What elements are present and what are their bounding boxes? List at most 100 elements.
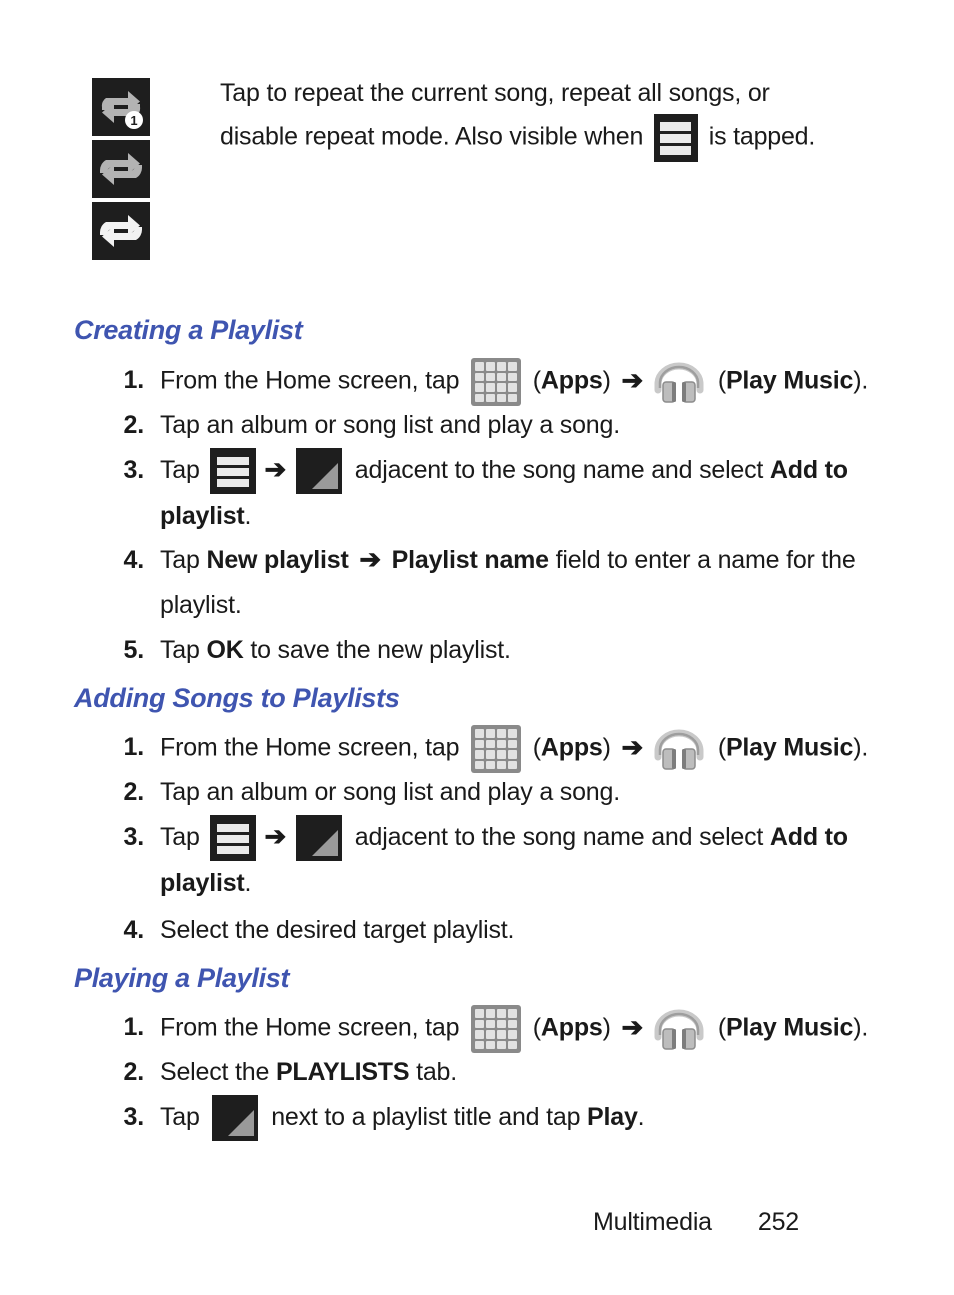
step-item: 3. Tap ➔ adjacent to the song name and s… [108, 448, 898, 539]
step-item: 2. Select the PLAYLISTS tab. [108, 1050, 898, 1095]
step-text-fragment: Tap [160, 636, 207, 664]
step-number: 1. [123, 1013, 145, 1041]
step-item: 5. Tap OK to save the new playlist. [108, 628, 898, 673]
step-text: From the Home screen, tap (Apps) ➔ (Play… [160, 725, 898, 773]
step-item: 2. Tap an album or song list and play a … [108, 403, 898, 448]
right-arrow-icon: ➔ [264, 454, 287, 485]
play-music-label: Play Music [725, 366, 854, 395]
step-text-fragment: . [637, 1103, 645, 1131]
step-number: 1. [123, 366, 145, 394]
step-text-fragment: Tap [160, 546, 207, 574]
step-item: 1. From the Home screen, tap (Apps) ➔ (P… [108, 725, 898, 773]
step-text-fragment: ). [853, 366, 869, 395]
footer-chapter: Multimedia [593, 1208, 712, 1236]
step-number: 2. [123, 411, 145, 439]
repeat-note-line-1: Tap to repeat the current song, repeat a… [220, 79, 770, 107]
step-text-fragment: ( [526, 1013, 541, 1042]
step-text-fragment: adjacent to the song name and select [348, 456, 770, 484]
step-text: From the Home screen, tap (Apps) ➔ (Play… [160, 358, 898, 406]
step-text-fragment: ) [602, 1013, 618, 1042]
step-text: Tap an album or song list and play a son… [160, 411, 620, 439]
repeat-note-line-2: disable repeat mode. Also visible when i… [220, 114, 892, 162]
corner-triangle-icon [296, 815, 343, 862]
document-page: 1 Tap to repeat the current song, repeat… [0, 0, 954, 1295]
step-item: 1. From the Home screen, tap (Apps) ➔ (P… [108, 1005, 898, 1053]
step-number: 3. [123, 1103, 145, 1131]
apps-label: Apps [540, 1013, 603, 1042]
step-item: 4. Select the desired target playlist. [108, 908, 898, 953]
step-text-fragment: Select the [160, 1058, 276, 1086]
step-text: Tap next to a playlist title and tap Pla… [160, 1095, 898, 1142]
apps-grid-icon [471, 358, 522, 406]
repeat-one-icon: 1 [92, 78, 150, 136]
menu-icon [653, 114, 698, 162]
right-arrow-icon: ➔ [621, 365, 644, 395]
new-playlist-label: New playlist [206, 546, 349, 574]
step-text: From the Home screen, tap (Apps) ➔ (Play… [160, 1005, 898, 1053]
step-text-fragment: ( [711, 733, 726, 762]
step-text: Tap New playlist ➔ Playlist name field t… [160, 538, 898, 628]
ok-label: OK [206, 636, 244, 664]
step-item: 1. From the Home screen, tap (Apps) ➔ (P… [108, 358, 898, 406]
repeat-note-line-2b: is tapped. [708, 122, 816, 151]
step-number: 3. [123, 823, 145, 851]
svg-text:1: 1 [130, 113, 137, 128]
step-text: Tap an album or song list and play a son… [160, 778, 620, 806]
heading-adding-songs-to-playlists: Adding Songs to Playlists [74, 683, 400, 713]
heading-playing-a-playlist: Playing a Playlist [74, 963, 290, 993]
step-text-fragment [349, 546, 356, 574]
step-number: 1. [123, 733, 145, 761]
corner-triangle-icon [212, 1095, 259, 1142]
menu-icon [210, 815, 257, 862]
step-text: Tap ➔ adjacent to the song name and sele… [160, 448, 898, 539]
step-text-fragment: Tap [160, 456, 207, 484]
step-item: 2. Tap an album or song list and play a … [108, 770, 898, 815]
repeat-note-block: 1 Tap to repeat the current song, repeat… [92, 72, 892, 260]
page-footer: Multimedia 252 [0, 1208, 954, 1237]
repeat-note-line-2a: disable repeat mode. Also visible when [220, 122, 644, 151]
step-text-fragment: . [244, 502, 252, 531]
step-text: Select the desired target playlist. [160, 916, 515, 944]
step-text-fragment: . [244, 869, 252, 898]
menu-icon [210, 448, 257, 495]
right-arrow-icon: ➔ [359, 544, 381, 575]
playlists-tab-label: PLAYLISTS [275, 1058, 410, 1086]
heading-creating-a-playlist: Creating a Playlist [74, 315, 303, 345]
step-text-fragment: ( [711, 366, 726, 395]
step-number: 4. [123, 546, 145, 574]
play-music-label: Play Music [725, 733, 854, 762]
step-number: 3. [123, 456, 145, 484]
step-text-fragment: ( [526, 733, 541, 762]
step-item: 3. Tap ➔ adjacent to the song name and s… [108, 815, 898, 906]
step-text-fragment: ) [602, 733, 618, 762]
headphones-icon [652, 360, 706, 404]
playlist-name-label: Playlist name [391, 546, 549, 574]
step-number: 2. [123, 778, 145, 806]
play-label: Play [587, 1103, 638, 1131]
right-arrow-icon: ➔ [621, 1012, 644, 1042]
apps-grid-icon [471, 1005, 522, 1053]
apps-label: Apps [540, 366, 603, 395]
corner-triangle-icon [296, 448, 343, 495]
step-text-fragment: tab. [409, 1058, 458, 1086]
repeat-icon-column: 1 [92, 78, 150, 264]
step-text-fragment: From the Home screen, tap [160, 366, 467, 395]
step-text-fragment: next to a playlist title and tap [264, 1103, 588, 1131]
step-item: 3. Tap next to a playlist title and tap … [108, 1095, 898, 1142]
step-text-fragment: to save the new playlist. [243, 636, 511, 664]
step-text-fragment: ) [602, 366, 618, 395]
step-text: Tap OK to save the new playlist. [160, 628, 898, 673]
play-music-label: Play Music [725, 1013, 854, 1042]
right-arrow-icon: ➔ [264, 821, 287, 852]
step-text-fragment: Tap [160, 823, 207, 851]
apps-label: Apps [540, 733, 603, 762]
step-item: 4. Tap New playlist ➔ Playlist name fiel… [108, 538, 898, 628]
step-text: Tap ➔ adjacent to the song name and sele… [160, 815, 898, 906]
step-text-fragment [385, 546, 392, 574]
right-arrow-icon: ➔ [621, 732, 644, 762]
step-text-fragment: From the Home screen, tap [160, 1013, 467, 1042]
headphones-icon [652, 1007, 706, 1051]
footer-page-number: 252 [757, 1208, 799, 1236]
step-number: 2. [123, 1058, 145, 1086]
step-number: 5. [123, 636, 145, 664]
